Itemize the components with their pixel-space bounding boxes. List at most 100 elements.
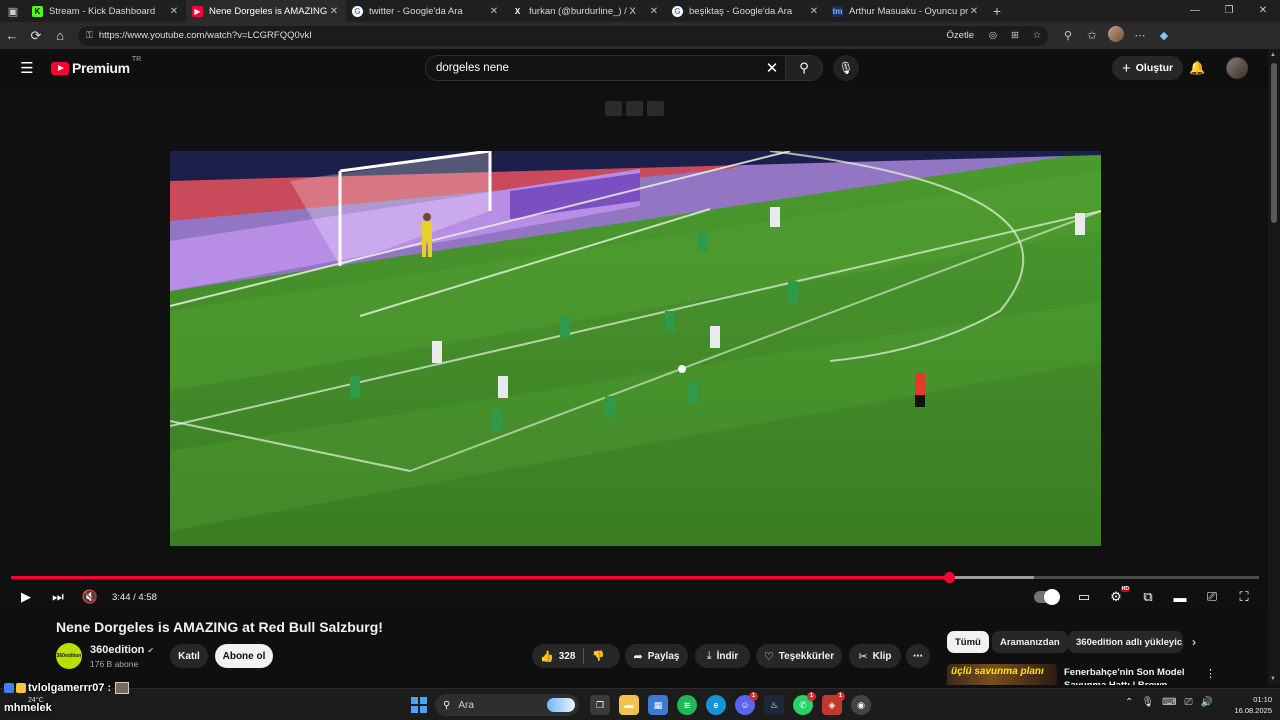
taskbar-clock[interactable]: 01:10 16.08.2025 — [1228, 694, 1272, 716]
network-icon[interactable]: ⎚ — [1185, 697, 1193, 708]
subtitles-icon[interactable]: ▭ — [1068, 589, 1100, 605]
logo-region: TR — [131, 56, 142, 63]
chevron-right-icon[interactable]: › — [1192, 635, 1196, 649]
share-button[interactable]: ➦ Paylaş — [625, 644, 688, 668]
video-frame[interactable] — [170, 151, 1101, 546]
tab-actions-icon[interactable]: ▣ — [0, 0, 26, 22]
hamburger-menu-icon[interactable]: ☰ — [15, 59, 39, 77]
account-avatar[interactable] — [1226, 57, 1248, 79]
obs-icon[interactable]: ◉ — [851, 695, 871, 715]
search-button[interactable]: ⚲ — [785, 55, 823, 81]
cast-icon[interactable]: ⎚ — [1196, 589, 1228, 605]
page-scrollbar[interactable]: ▲ ▼ — [1268, 49, 1280, 685]
channel-name-link[interactable]: 360edition ✔ — [90, 644, 154, 656]
apps-icon[interactable]: ⊞ — [1004, 30, 1026, 41]
reload-icon[interactable]: ⟳ — [24, 28, 48, 44]
browser-tab-x[interactable]: X furkan (@burdurline_) / X ✕ — [506, 0, 666, 22]
chip-all[interactable]: Tümü — [947, 631, 989, 653]
more-menu-icon[interactable]: ⋯ — [1128, 29, 1152, 42]
theater-mode-icon[interactable]: ▬ — [1164, 590, 1196, 605]
progress-bar[interactable] — [11, 572, 1259, 583]
settings-gear-icon[interactable]: ⚙ — [1100, 586, 1132, 605]
tab-close-icon[interactable]: ✕ — [328, 6, 340, 17]
recommendation-title[interactable]: Fenerbahçe'nin Son Model Savunma Hattı |… — [1064, 666, 1189, 685]
site-info-icon[interactable]: ⚿ — [86, 30, 93, 41]
chip-from-uploader[interactable]: 360edition adlı yükleyic — [1068, 631, 1183, 653]
tab-close-icon[interactable]: ✕ — [648, 6, 660, 17]
voice-search-button[interactable]: 🎙 — [833, 55, 859, 81]
join-button[interactable]: Katıl — [170, 644, 208, 668]
address-bar[interactable]: ⚿ https://www.youtube.com/watch?v=LCGRFQ… — [78, 25, 1048, 46]
summarize-button[interactable]: Özetle — [947, 30, 974, 41]
autoplay-toggle[interactable] — [1034, 589, 1060, 605]
tab-close-icon[interactable]: ✕ — [808, 6, 820, 17]
browser-tab-youtube[interactable]: ▶ Nene Dorgeles is AMAZING at Red Bull S… — [186, 0, 346, 22]
task-view-icon[interactable]: ❐ — [590, 695, 610, 715]
spotify-icon[interactable]: ≋ — [677, 695, 697, 715]
tab-close-icon[interactable]: ✕ — [968, 6, 980, 17]
next-icon[interactable]: ⏭ — [42, 589, 74, 605]
download-button[interactable]: ⤓ İndir — [695, 644, 750, 668]
like-count[interactable]: 328 — [559, 651, 576, 662]
recommendation-thumbnail[interactable]: üçlü savunma planı — [947, 664, 1057, 685]
taskbar-search[interactable]: ⚲ Ara — [435, 694, 579, 716]
chip-from-search[interactable]: Aramanızdan — [992, 631, 1068, 653]
close-window-icon[interactable]: ✕ — [1246, 0, 1280, 22]
microsoft-store-icon[interactable]: ▦ — [648, 695, 668, 715]
home-icon[interactable]: ⌂ — [48, 28, 72, 43]
create-button[interactable]: + Oluştur — [1112, 56, 1184, 80]
favorites-icon[interactable]: ✩ — [1080, 29, 1104, 42]
dislike-icon[interactable]: 👎 — [592, 651, 604, 662]
tab-close-icon[interactable]: ✕ — [168, 6, 180, 17]
scroll-down-icon[interactable]: ▼ — [1270, 676, 1276, 682]
steam-icon[interactable]: ♨ — [764, 695, 784, 715]
tab-close-icon[interactable]: ✕ — [488, 6, 500, 17]
progress-scrubber[interactable] — [944, 572, 956, 583]
player-mode-icon[interactable] — [647, 101, 664, 116]
game-icon[interactable]: ◈ 1 — [822, 692, 845, 715]
browser-tab-transfermarkt[interactable]: tm Arthur Masuaku - Oyuncu profili ✕ — [826, 0, 986, 22]
tray-overflow-icon[interactable]: ⌃ — [1125, 697, 1133, 708]
search-input[interactable] — [436, 62, 759, 74]
favorite-star-icon[interactable]: ☆ — [1026, 30, 1048, 41]
player-mode-icon[interactable] — [605, 101, 622, 116]
thanks-button[interactable]: ♡ Teşekkürler — [756, 644, 842, 668]
play-icon[interactable]: ▶ — [10, 589, 42, 605]
player-controls: ▶ ⏭ 🔇 3:44 / 4:58 ▭ ⚙ ⧉ ▬ ⎚ ⛶ — [0, 584, 1268, 610]
like-icon[interactable]: 👍 — [540, 650, 554, 663]
edge-icon[interactable]: e — [706, 695, 726, 715]
browser-tab-kick[interactable]: K Stream - Kick Dashboard ✕ — [26, 0, 186, 22]
subscribe-button[interactable]: Abone ol — [215, 644, 273, 668]
profile-avatar[interactable] — [1104, 26, 1128, 45]
browser-tab-google-twitter[interactable]: G twitter - Google'da Ara ✕ — [346, 0, 506, 22]
clip-button[interactable]: ✂ Klip — [849, 644, 901, 668]
microphone-icon[interactable]: 🎙 — [1141, 697, 1154, 708]
recommendation-menu-icon[interactable]: ⋮ — [1205, 667, 1216, 680]
start-button[interactable] — [411, 697, 427, 713]
file-explorer-icon[interactable]: ▬ — [619, 695, 639, 715]
maximize-icon[interactable]: ❐ — [1212, 0, 1246, 22]
more-actions-button[interactable]: ⋯ — [906, 644, 930, 668]
player-mode-icon[interactable] — [626, 101, 643, 116]
new-tab-button[interactable]: + — [986, 3, 1008, 19]
notifications-bell-icon[interactable]: 🔔 — [1189, 60, 1205, 76]
keyboard-icon[interactable]: ⌨ — [1162, 697, 1176, 708]
browser-tab-google-besiktas[interactable]: G beşiktaş - Google'da Ara ✕ — [666, 0, 826, 22]
speaker-icon[interactable]: 🔊 — [1201, 697, 1213, 708]
extension-icon[interactable]: ⚲ — [1056, 29, 1080, 42]
minimize-icon[interactable]: — — [1178, 0, 1212, 22]
fullscreen-icon[interactable]: ⛶ — [1228, 589, 1260, 605]
video-player[interactable]: ▶ ⏭ 🔇 3:44 / 4:58 ▭ ⚙ ⧉ ▬ ⎚ ⛶ — [0, 87, 1268, 610]
miniplayer-icon[interactable]: ⧉ — [1132, 589, 1164, 605]
youtube-logo[interactable]: Premium TR — [51, 56, 141, 76]
muted-volume-icon[interactable]: 🔇 — [74, 589, 106, 605]
channel-avatar[interactable]: 360edition — [56, 643, 82, 669]
whatsapp-icon[interactable]: ✆ 1 — [793, 692, 816, 715]
read-aloud-icon[interactable]: ◎ — [982, 30, 1004, 41]
copilot-icon[interactable]: ◆ — [1152, 29, 1176, 42]
back-icon[interactable]: ← — [0, 28, 24, 43]
scroll-up-icon[interactable]: ▲ — [1270, 52, 1276, 58]
clear-search-icon[interactable]: ✕ — [759, 59, 785, 77]
scrollbar-thumb[interactable] — [1271, 63, 1277, 223]
discord-icon[interactable]: ☺ 1 — [735, 692, 758, 715]
